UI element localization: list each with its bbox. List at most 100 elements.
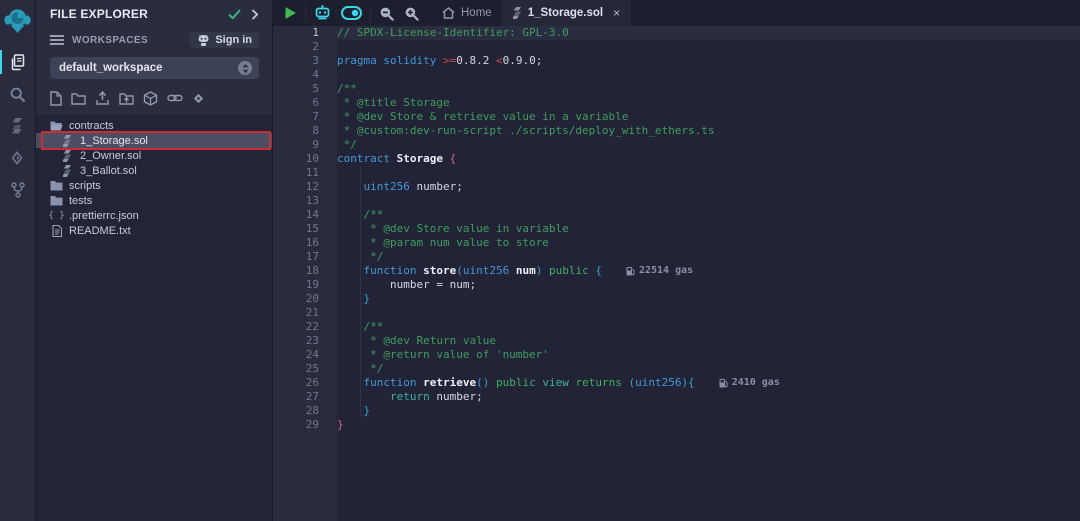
upload-folder-icon[interactable] <box>119 92 134 105</box>
tree-item-label: contracts <box>69 120 114 132</box>
code-text <box>337 40 1080 54</box>
code-line-23[interactable]: 23 * @dev Return value <box>273 334 1080 348</box>
close-tab-icon[interactable]: × <box>613 6 620 20</box>
clone-repo-icon[interactable] <box>167 92 183 104</box>
code-line-1[interactable]: 1// SPDX-License-Identifier: GPL-3.0 <box>273 26 1080 40</box>
tree-item-scripts[interactable]: scripts <box>36 178 272 193</box>
file-explorer-header-section: FILE EXPLORER WORKSPACES Sign in <box>36 0 272 115</box>
ai-copilot-toggle[interactable] <box>336 0 367 26</box>
tree-item-tests[interactable]: tests <box>36 193 272 208</box>
tree-item-label: tests <box>69 195 92 207</box>
toolbar-separator <box>370 4 371 22</box>
code-line-4[interactable]: 4 <box>273 68 1080 82</box>
tree-item-1-storage-sol[interactable]: 1_Storage.sol <box>36 133 272 148</box>
line-number: 25 <box>273 362 337 376</box>
code-line-29[interactable]: 29} <box>273 418 1080 432</box>
code-text: */ <box>337 250 1080 264</box>
solidity-compiler-icon[interactable] <box>0 110 36 142</box>
code-line-26[interactable]: 26 function retrieve() public view retur… <box>273 376 1080 390</box>
line-number: 7 <box>273 110 337 124</box>
workspace-select-value: default_workspace <box>59 62 238 74</box>
new-folder-icon[interactable] <box>71 92 86 105</box>
deploy-run-icon[interactable] <box>0 142 36 174</box>
code-line-7[interactable]: 7 * @dev Store & retrieve value in a var… <box>273 110 1080 124</box>
code-text: */ <box>337 362 1080 376</box>
code-line-2[interactable]: 2 <box>273 40 1080 54</box>
code-text: uint256 number; <box>337 180 1080 194</box>
code-line-22[interactable]: 22 /** <box>273 320 1080 334</box>
code-line-18[interactable]: 18 function store(uint256 num) public {2… <box>273 264 1080 278</box>
file-explorer-toolbar <box>50 89 259 107</box>
code-text: * @title Storage <box>337 96 1080 110</box>
line-number: 4 <box>273 68 337 82</box>
sign-in-button[interactable]: Sign in <box>190 32 259 48</box>
remix-ide-window: FILE EXPLORER WORKSPACES Sign in <box>0 0 1080 521</box>
code-line-13[interactable]: 13 <box>273 194 1080 208</box>
tree-item-2-owner-sol[interactable]: 2_Owner.sol <box>36 148 272 163</box>
code-text <box>337 194 1080 208</box>
ai-assistant-button[interactable] <box>309 0 336 26</box>
zoom-out-button[interactable] <box>374 0 399 26</box>
code-line-17[interactable]: 17 */ <box>273 250 1080 264</box>
ipfs-box-icon[interactable] <box>143 91 158 106</box>
code-line-28[interactable]: 28 } <box>273 404 1080 418</box>
code-line-24[interactable]: 24 * @return value of 'number' <box>273 348 1080 362</box>
code-text: // SPDX-License-Identifier: GPL-3.0 <box>337 26 1080 40</box>
code-line-19[interactable]: 19 number = num; <box>273 278 1080 292</box>
tree-item-contracts[interactable]: contracts <box>36 118 272 133</box>
tree-item-readme-txt[interactable]: README.txt <box>36 223 272 238</box>
remix-logo[interactable] <box>0 4 36 38</box>
tree-item-label: .prettierrc.json <box>69 210 139 222</box>
tree-item--prettierrc-json[interactable]: { }.prettierrc.json <box>36 208 272 223</box>
line-number: 24 <box>273 348 337 362</box>
github-icon <box>197 35 210 46</box>
accept-check-icon[interactable] <box>228 9 241 20</box>
code-text: /** <box>337 320 1080 334</box>
line-number: 28 <box>273 404 337 418</box>
expand-chevron-icon[interactable] <box>251 9 259 20</box>
code-editor[interactable]: 1// SPDX-License-Identifier: GPL-3.023pr… <box>273 26 1080 521</box>
line-number: 27 <box>273 390 337 404</box>
gas-pump-icon <box>626 266 635 276</box>
upload-file-icon[interactable] <box>95 91 110 105</box>
workspaces-menu-icon[interactable] <box>50 35 64 45</box>
code-line-5[interactable]: 5/** <box>273 82 1080 96</box>
code-text: pragma solidity >=0.8.2 <0.9.0; <box>337 54 1080 68</box>
file-explorer-icon[interactable] <box>0 46 36 78</box>
tree-item-label: 1_Storage.sol <box>80 135 148 147</box>
tab-1-storage-sol[interactable]: 1_Storage.sol× <box>503 0 631 26</box>
code-line-12[interactable]: 12 uint256 number; <box>273 180 1080 194</box>
code-line-16[interactable]: 16 * @param num value to store <box>273 236 1080 250</box>
zoom-in-button[interactable] <box>399 0 424 26</box>
file-explorer-panel: FILE EXPLORER WORKSPACES Sign in <box>36 0 273 521</box>
gist-icon[interactable] <box>192 92 205 105</box>
code-line-3[interactable]: 3pragma solidity >=0.8.2 <0.9.0; <box>273 54 1080 68</box>
line-number: 20 <box>273 292 337 306</box>
code-line-8[interactable]: 8 * @custom:dev-run-script ./scripts/dep… <box>273 124 1080 138</box>
code-line-25[interactable]: 25 */ <box>273 362 1080 376</box>
code-line-15[interactable]: 15 * @dev Store value in variable <box>273 222 1080 236</box>
code-line-20[interactable]: 20 } <box>273 292 1080 306</box>
search-icon[interactable] <box>0 78 36 110</box>
new-file-icon[interactable] <box>50 91 62 106</box>
gas-estimate-badge: 22514 gas <box>626 264 693 278</box>
workspaces-label: WORKSPACES <box>72 35 190 46</box>
line-number: 15 <box>273 222 337 236</box>
code-text: * @dev Store & retrieve value in a varia… <box>337 110 1080 124</box>
code-line-6[interactable]: 6 * @title Storage <box>273 96 1080 110</box>
toolbar-separator <box>305 4 306 22</box>
code-line-21[interactable]: 21 <box>273 306 1080 320</box>
code-line-27[interactable]: 27 return number; <box>273 390 1080 404</box>
code-line-14[interactable]: 14 /** <box>273 208 1080 222</box>
tab-home[interactable]: Home <box>432 0 503 26</box>
workspace-select[interactable]: default_workspace <box>50 57 259 79</box>
git-icon[interactable] <box>0 174 36 206</box>
tree-item-3-ballot-sol[interactable]: 3_Ballot.sol <box>36 163 272 178</box>
code-line-11[interactable]: 11 <box>273 166 1080 180</box>
code-line-9[interactable]: 9 */ <box>273 138 1080 152</box>
line-number: 23 <box>273 334 337 348</box>
run-script-button[interactable] <box>279 0 302 26</box>
solfile-icon <box>513 7 522 19</box>
code-line-10[interactable]: 10contract Storage { <box>273 152 1080 166</box>
code-text: number = num; <box>337 278 1080 292</box>
